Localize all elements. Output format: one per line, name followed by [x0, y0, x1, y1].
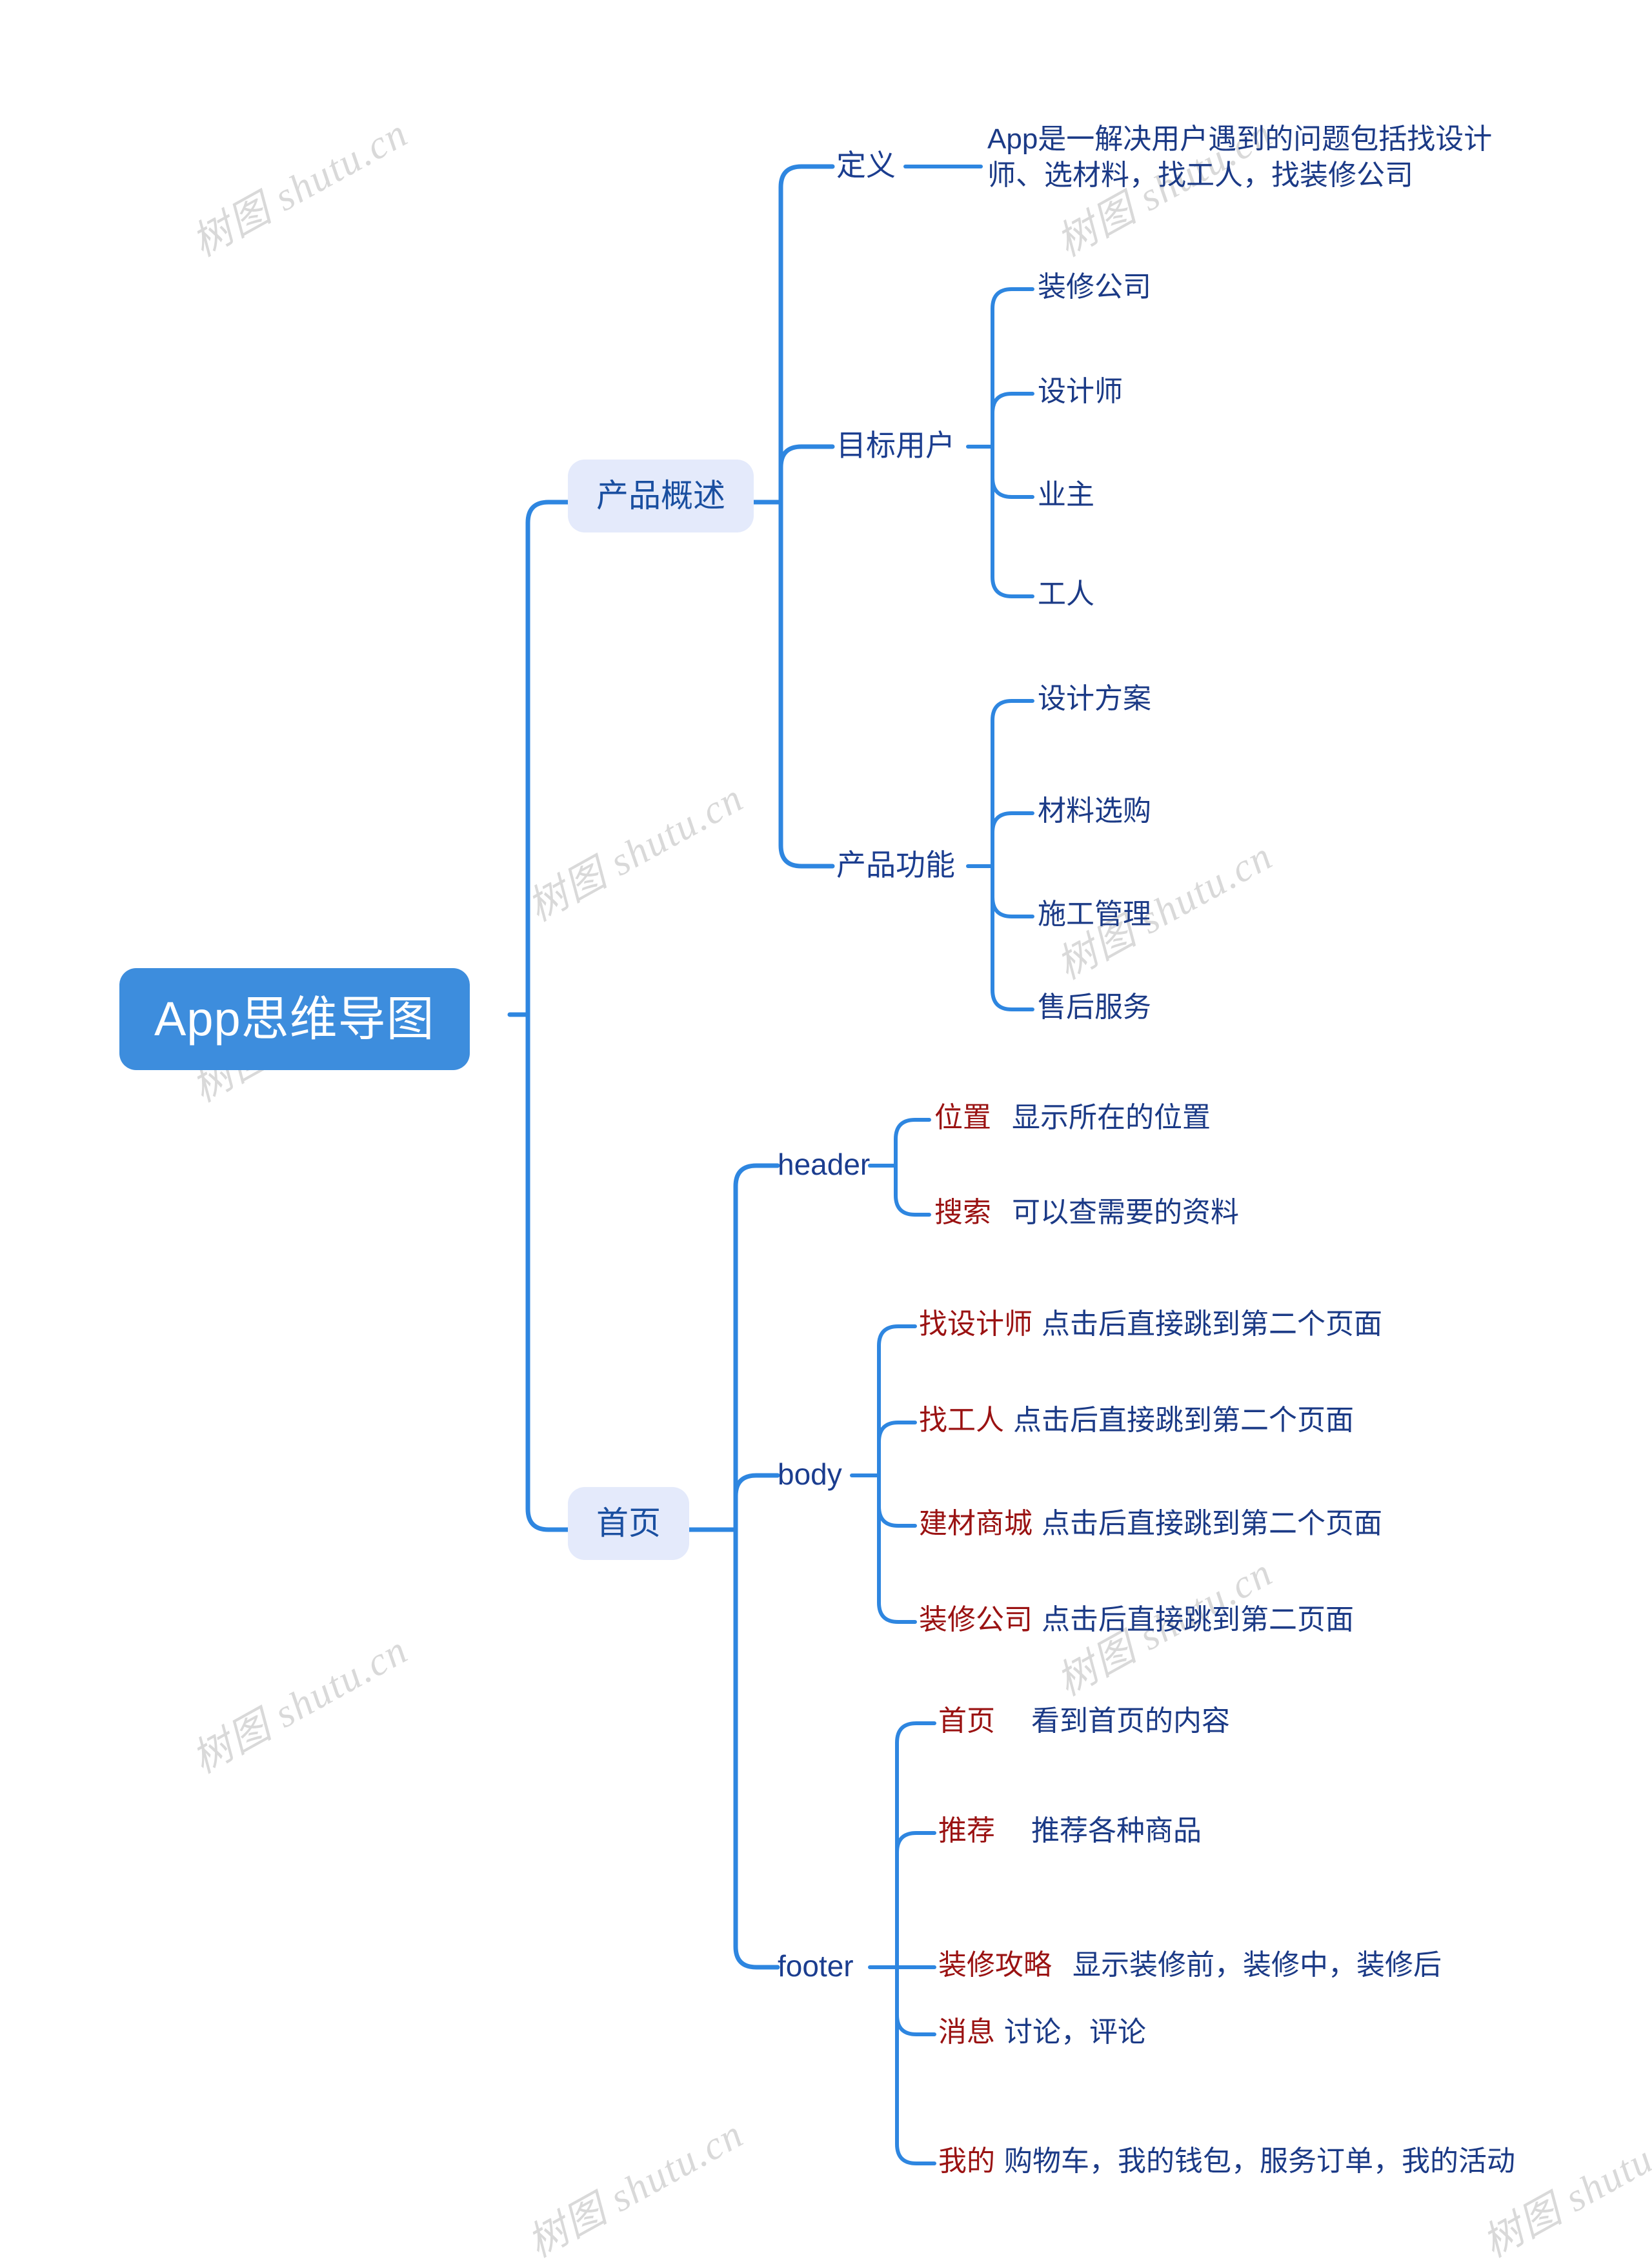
- leaf-design-plan[interactable]: 设计方案: [1038, 682, 1151, 716]
- link-root-to-overview: [525, 500, 570, 1017]
- link-home-to-footer: [733, 1527, 780, 1970]
- link-header-to-location: [894, 1118, 931, 1168]
- link-root-to-home: [525, 1012, 570, 1532]
- leaf-material-mall-keyword: 建材商城: [919, 1508, 1032, 1539]
- leaf-decoration-company-desc: 点击后直接跳到第二页面: [1042, 1604, 1354, 1635]
- root-node[interactable]: App思维导图: [119, 968, 470, 1071]
- node-product-features[interactable]: 产品功能: [836, 847, 955, 883]
- leaf-material-purchase[interactable]: 材料选购: [1038, 794, 1151, 829]
- leaf-decoration-guide-keyword: 装修攻略: [938, 1949, 1052, 1981]
- link-features-to-design: [991, 699, 1034, 868]
- leaf-designer[interactable]: 设计师: [1038, 374, 1123, 409]
- mindmap-canvas: 树图 shutu.cn 树图 shutu.cn 树图 shutu.cn 树图 s…: [0, 0, 1652, 2266]
- leaf-message-desc: 讨论，评论: [1004, 2016, 1146, 2048]
- link-overview-to-features: [778, 500, 835, 869]
- leaf-search[interactable]: 搜索 可以查需要的资料: [934, 1195, 1239, 1230]
- link-body-to-finddesigner: [877, 1324, 917, 1477]
- leaf-construction-management[interactable]: 施工管理: [1038, 897, 1151, 932]
- link-body-to-materialmall: [877, 1473, 917, 1528]
- leaf-footer-home[interactable]: 首页 看到首页的内容: [938, 1704, 1230, 1739]
- leaf-find-designer[interactable]: 找设计师 点击后直接跳到第二个页面: [919, 1307, 1382, 1342]
- leaf-search-desc: 可以查需要的资料: [1012, 1197, 1239, 1228]
- node-header[interactable]: header: [778, 1146, 870, 1182]
- leaf-find-worker-keyword: 找工人: [919, 1404, 1004, 1436]
- link-targetusers-to-designer: [991, 392, 1034, 449]
- node-footer[interactable]: footer: [778, 1948, 854, 1984]
- leaf-find-worker-desc: 点击后直接跳到第二个页面: [1013, 1404, 1354, 1436]
- leaf-material-mall-desc: 点击后直接跳到第二个页面: [1042, 1508, 1382, 1539]
- leaf-mine[interactable]: 我的 购物车，我的钱包，服务订单，我的活动: [938, 2144, 1515, 2179]
- link-footer-to-home: [895, 1721, 936, 1969]
- leaf-find-worker[interactable]: 找工人 点击后直接跳到第二个页面: [919, 1403, 1354, 1438]
- link-body-to-findworker: [877, 1421, 917, 1477]
- connector-lines: [507, 164, 1034, 2165]
- leaf-mine-desc: 购物车，我的钱包，服务订单，我的活动: [1004, 2145, 1515, 2177]
- leaf-footer-home-keyword: 首页: [938, 1705, 995, 1737]
- node-target-users[interactable]: 目标用户: [836, 427, 955, 463]
- link-features-to-construction: [991, 864, 1034, 918]
- leaf-find-designer-desc: 点击后直接跳到第二个页面: [1042, 1308, 1382, 1340]
- leaf-decoration-guide[interactable]: 装修攻略 显示装修前，装修中，装修后: [938, 1948, 1442, 1983]
- node-body[interactable]: body: [778, 1456, 842, 1492]
- leaf-mine-keyword: 我的: [938, 2145, 995, 2177]
- link-overview-to-targetusers: [778, 444, 835, 505]
- link-features-to-material: [991, 811, 1034, 868]
- leaf-decoration-company-keyword: 装修公司: [919, 1604, 1032, 1635]
- leaf-after-sales[interactable]: 售后服务: [1038, 990, 1151, 1025]
- leaf-location-desc: 显示所在的位置: [1012, 1102, 1211, 1133]
- leaf-find-designer-keyword: 找设计师: [919, 1308, 1032, 1340]
- link-header-to-search: [894, 1164, 931, 1217]
- leaf-location-keyword: 位置: [934, 1102, 991, 1133]
- leaf-recommend-keyword: 推荐: [938, 1815, 995, 1847]
- leaf-owner[interactable]: 业主: [1038, 478, 1094, 512]
- link-home-to-body: [733, 1473, 780, 1532]
- link-footer-to-mine: [895, 1965, 936, 2165]
- leaf-footer-home-desc: 看到首页的内容: [1031, 1705, 1230, 1737]
- link-footer-to-recommend: [895, 1831, 936, 1969]
- leaf-material-mall[interactable]: 建材商城 点击后直接跳到第二个页面: [919, 1506, 1382, 1541]
- link-targetusers-to-owner: [991, 445, 1034, 499]
- leaf-message[interactable]: 消息 讨论，评论: [938, 2015, 1146, 2050]
- leaf-definition-text[interactable]: App是一解决用户遇到的问题包括找设计师、选材料，找工人，找装修公司: [987, 121, 1497, 194]
- leaf-decoration-company-body[interactable]: 装修公司 点击后直接跳到第二页面: [919, 1603, 1354, 1637]
- link-targetusers-to-company: [991, 287, 1034, 449]
- leaf-location[interactable]: 位置 显示所在的位置: [934, 1100, 1211, 1135]
- leaf-recommend[interactable]: 推荐 推荐各种商品: [938, 1814, 1202, 1848]
- branch-node-home[interactable]: 首页: [568, 1487, 689, 1560]
- leaf-decoration-guide-desc: 显示装修前，装修中，装修后: [1073, 1949, 1442, 1981]
- branch-node-overview[interactable]: 产品概述: [568, 460, 754, 532]
- leaf-decoration-company[interactable]: 装修公司: [1038, 270, 1151, 305]
- node-definition[interactable]: 定义: [836, 147, 896, 183]
- leaf-message-keyword: 消息: [938, 2016, 995, 2048]
- link-footer-to-message: [895, 1965, 936, 2036]
- link-targetusers-to-worker: [991, 445, 1034, 598]
- leaf-recommend-desc: 推荐各种商品: [1031, 1815, 1202, 1847]
- link-features-to-aftersales: [991, 864, 1034, 1011]
- link-body-to-decorationcompany: [877, 1473, 917, 1624]
- leaf-search-keyword: 搜索: [934, 1197, 991, 1228]
- leaf-worker[interactable]: 工人: [1038, 577, 1094, 612]
